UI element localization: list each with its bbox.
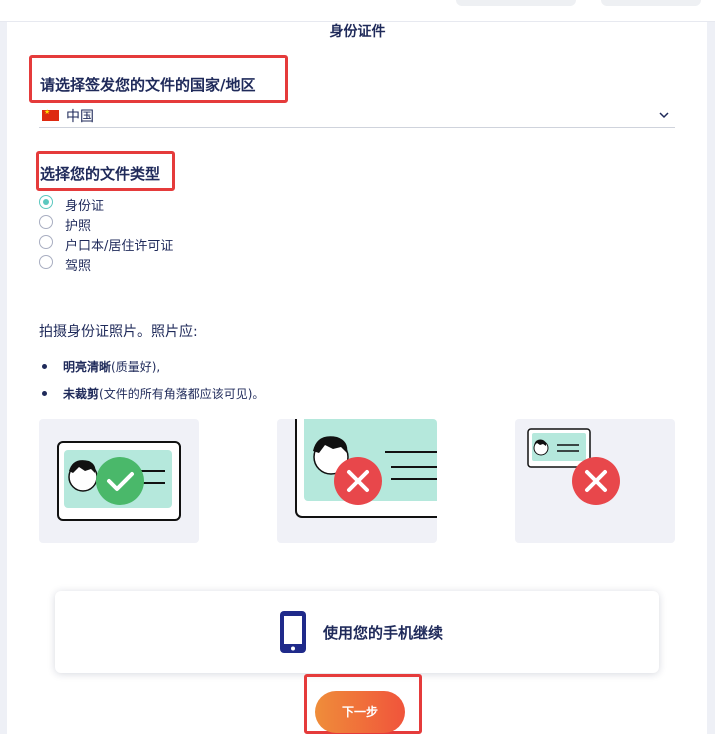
example-too-small-photo	[515, 419, 675, 543]
cross-icon	[572, 457, 620, 505]
top-tab-1[interactable]	[456, 0, 576, 6]
bullet-strong: 未裁剪	[63, 387, 100, 401]
id-card-illustration	[57, 441, 181, 521]
chevron-down-icon	[659, 112, 669, 119]
radio-button[interactable]	[39, 215, 53, 229]
country-select[interactable]: ★ 中国	[39, 104, 675, 128]
bullet-text: (文件的所有角落都应该可见)。	[99, 387, 265, 401]
smartphone-icon	[280, 611, 306, 653]
top-bar	[0, 0, 715, 22]
top-tab-2[interactable]	[601, 0, 701, 6]
next-step-button[interactable]: 下一步	[315, 691, 405, 733]
continue-on-mobile-button[interactable]: 使用您的手机继续	[55, 591, 659, 673]
id-card-illustration	[527, 428, 620, 505]
check-icon	[96, 457, 144, 505]
bullet-dot	[42, 391, 47, 396]
radio-button[interactable]	[39, 255, 53, 269]
country-selected-value: 中国	[66, 109, 94, 125]
radio-button-checked[interactable]	[39, 195, 53, 209]
radio-button[interactable]	[39, 235, 53, 249]
id-card-illustration	[295, 419, 437, 518]
china-flag-icon: ★	[42, 108, 59, 121]
page-title: 身份证件	[329, 24, 386, 40]
radio-label: 驾照	[65, 259, 92, 274]
radio-label: 护照	[65, 219, 92, 234]
next-button-highlight: 下一步	[304, 674, 422, 734]
bullet-dot	[42, 364, 47, 369]
bullet-strong: 明亮清晰	[63, 360, 112, 374]
radio-label: 户口本/居住许可证	[65, 239, 174, 254]
continue-on-mobile-label: 使用您的手机继续	[323, 624, 444, 642]
country-question-label: 请选择签发您的文件的国家/地区	[40, 76, 256, 94]
cross-icon	[334, 457, 382, 505]
photo-instructions-heading: 拍摄身份证照片。照片应:	[39, 324, 198, 340]
bullet-text: (质量好),	[111, 360, 161, 374]
example-cropped-photo	[277, 419, 437, 543]
example-correct-photo	[39, 419, 199, 543]
doctype-question-label: 选择您的文件类型	[40, 165, 161, 183]
radio-label: 身份证	[65, 199, 105, 214]
